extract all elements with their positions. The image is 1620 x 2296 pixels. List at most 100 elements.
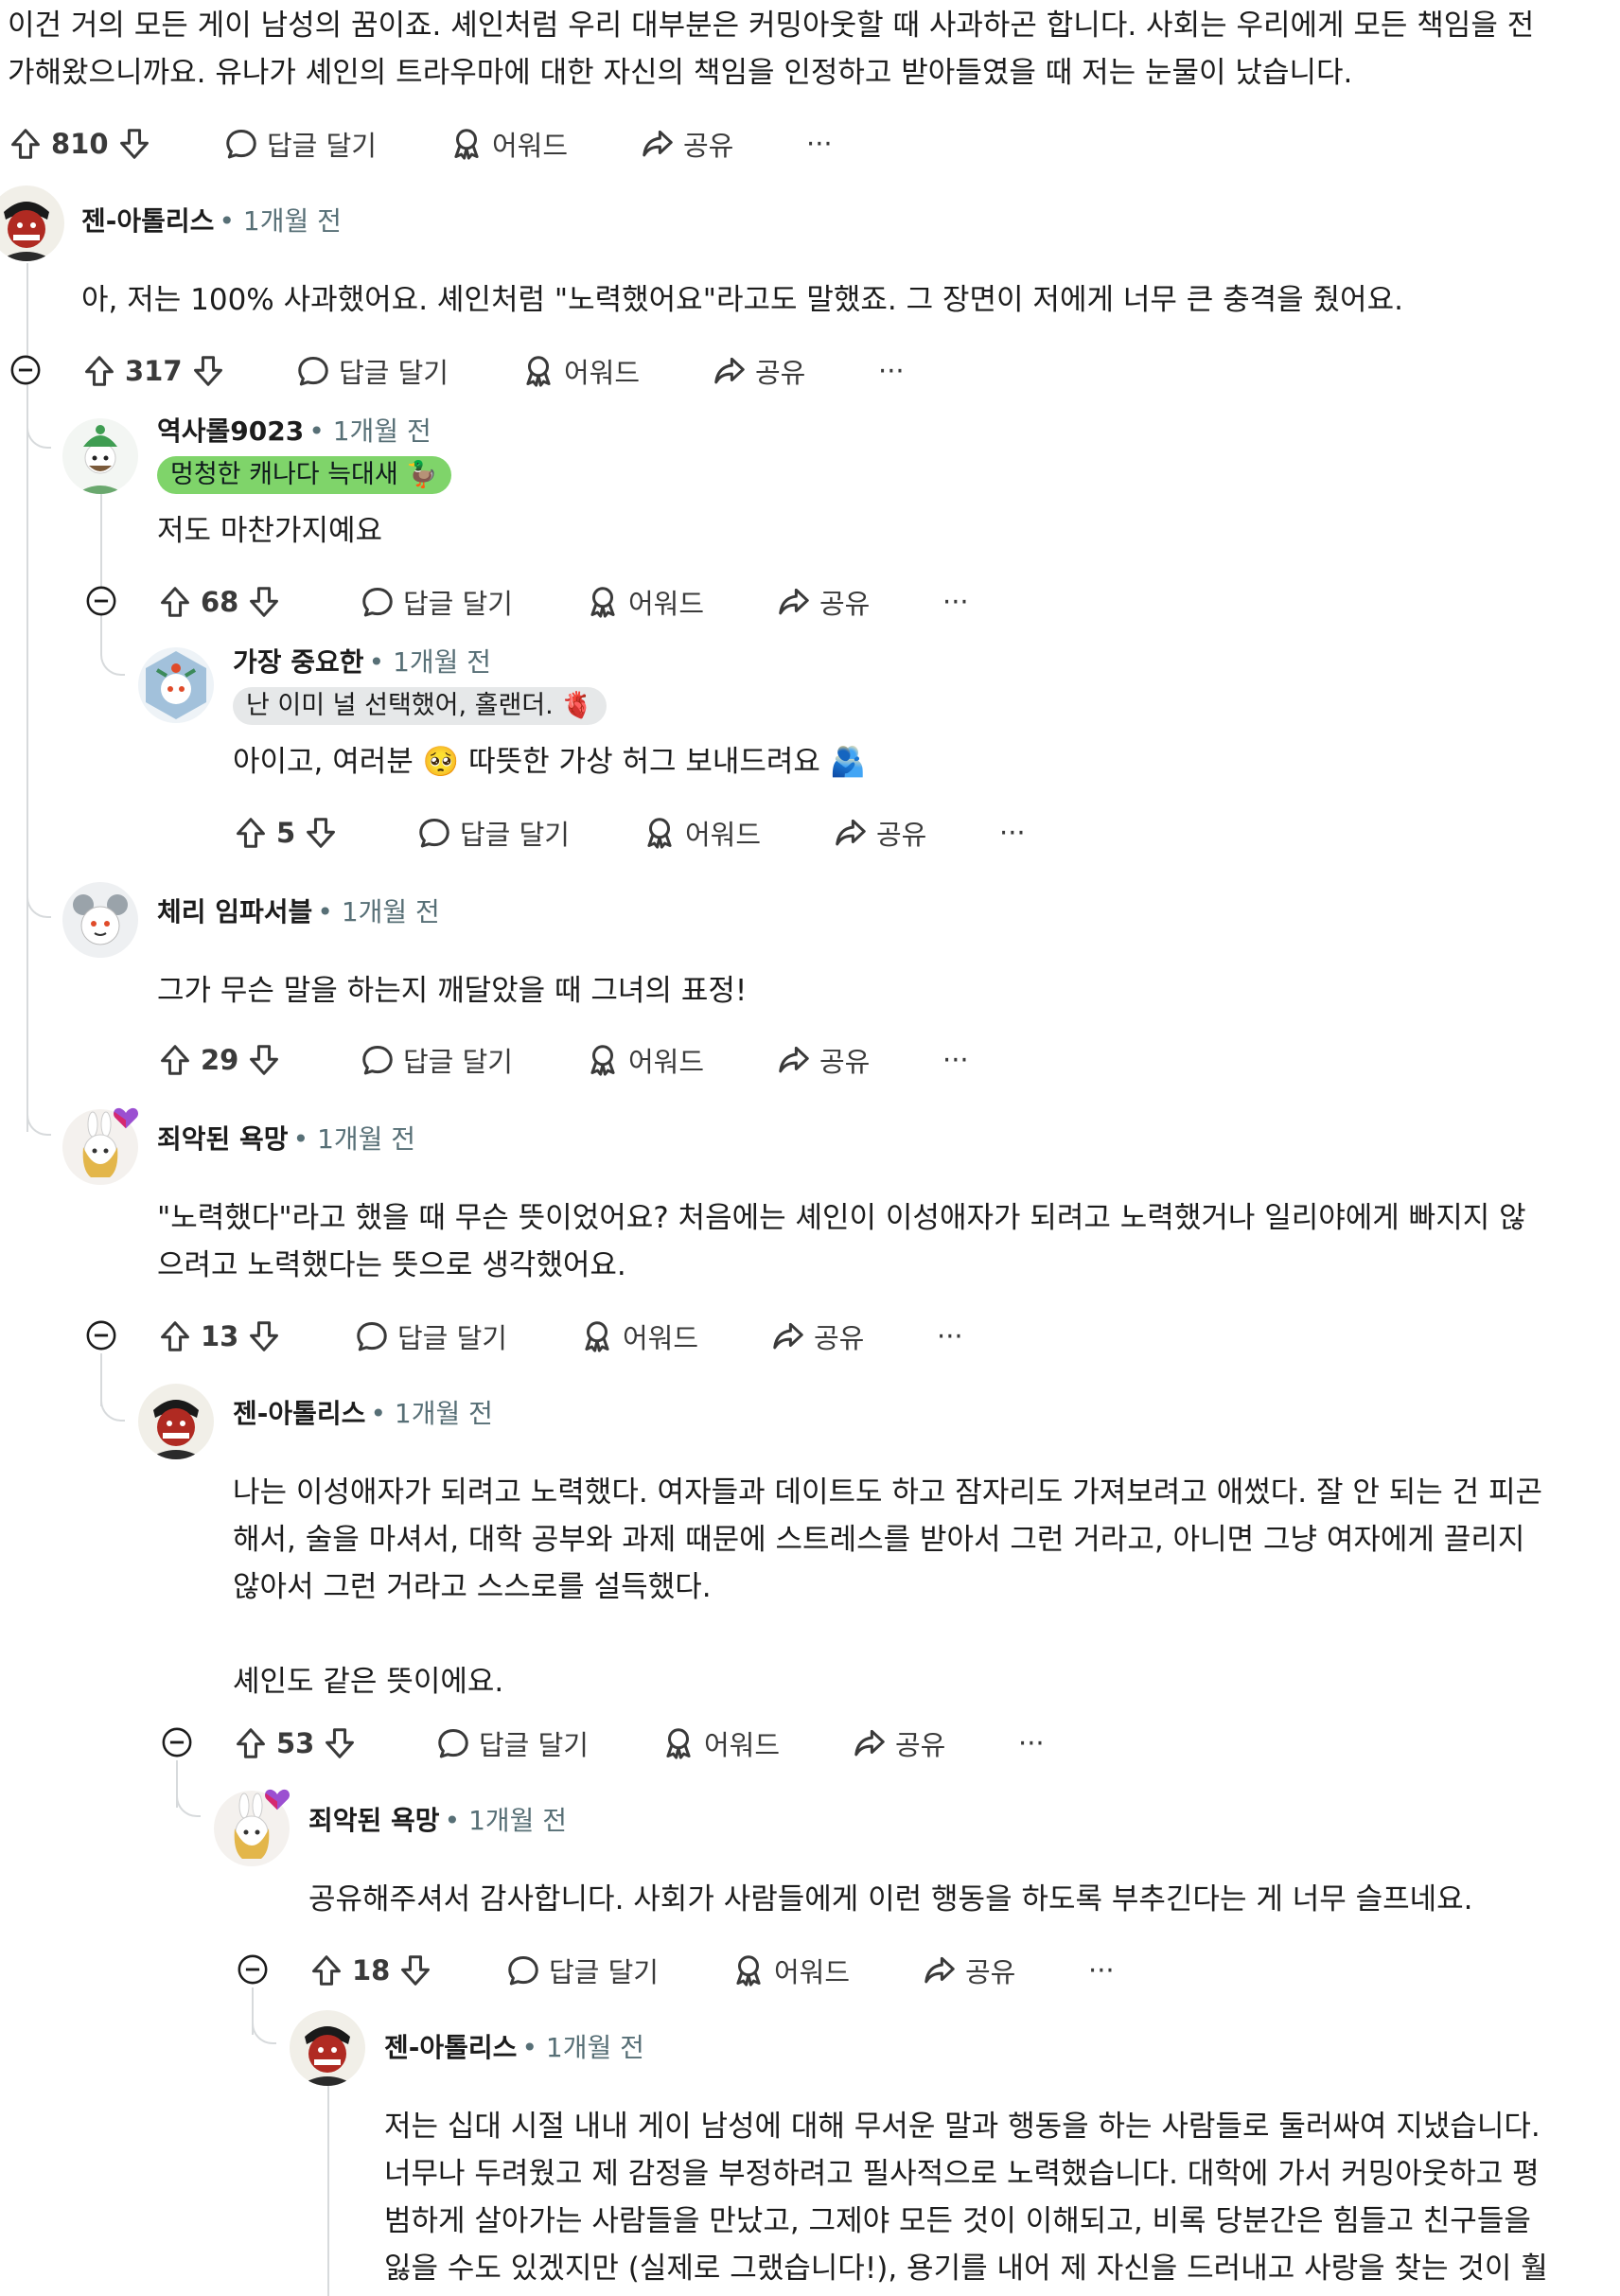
award-button[interactable]: 어워드	[642, 804, 761, 861]
username[interactable]: 역사롤9023	[157, 415, 304, 447]
thread-branch	[26, 859, 51, 918]
upvote-icon[interactable]	[157, 584, 193, 620]
award-button[interactable]: 어워드	[585, 1032, 704, 1088]
avatar[interactable]	[290, 2010, 365, 2086]
vote-count: 29	[201, 1044, 239, 1076]
downvote-icon[interactable]	[246, 1042, 282, 1078]
award-button[interactable]: 어워드	[585, 574, 704, 630]
downvote-icon[interactable]	[397, 1952, 433, 1988]
upvote-icon[interactable]	[308, 1952, 344, 1988]
username[interactable]: 젠-아톨리스	[233, 1398, 365, 1429]
comment-action-bar: 18 답글 달기 어워드 공유 ···	[0, 1942, 1154, 1999]
share-button[interactable]: 공유	[922, 1942, 1015, 1999]
reply-icon	[435, 1725, 471, 1761]
share-icon	[640, 126, 676, 162]
more-options-button[interactable]: ···	[878, 343, 905, 399]
comment-action-bar: 317 답글 달기 어워드 공유 ···	[0, 343, 927, 399]
comment-action-bar: 53 답글 달기 어워드 공유 ···	[0, 1715, 1079, 1772]
username[interactable]: 젠-아톨리스	[384, 2032, 517, 2063]
reply-button[interactable]: 답글 달기	[360, 1032, 513, 1088]
more-options-button[interactable]: ···	[1018, 1715, 1045, 1772]
thread-line[interactable]	[327, 2082, 329, 2296]
avatar[interactable]	[138, 647, 214, 723]
avatar[interactable]	[62, 418, 138, 494]
share-button[interactable]: 공유	[640, 115, 733, 172]
more-options-button[interactable]: ···	[942, 574, 969, 630]
user-flair: 멍청한 캐나다 늑대새 🦆	[157, 456, 451, 494]
upvote-icon[interactable]	[233, 815, 269, 851]
reply-icon	[295, 353, 331, 389]
thread-branch	[100, 1363, 125, 1422]
timestamp: • 1개월 전	[317, 896, 440, 927]
award-button[interactable]: 어워드	[579, 1308, 698, 1365]
more-options-button[interactable]: ···	[942, 1032, 969, 1088]
comment-text: 아이고, 여러분 🥺 따뜻한 가상 허그 보내드려요 🫂	[233, 745, 867, 779]
share-button[interactable]: 공유	[770, 1308, 864, 1365]
vote-count: 5	[276, 817, 296, 849]
comment-text: 나는 이성애자가 되려고 노력했다. 여자들과 데이트도 하고 잠자리도 가져보…	[233, 1475, 1543, 1699]
downvote-icon[interactable]	[322, 1725, 358, 1761]
comment-text: 저도 마찬가지예요	[157, 514, 383, 548]
timestamp: • 1개월 전	[370, 1398, 493, 1429]
more-icon: ···	[1088, 1954, 1115, 1987]
timestamp: • 1개월 전	[292, 1123, 416, 1155]
upvote-icon[interactable]	[8, 126, 44, 162]
downvote-icon[interactable]	[116, 126, 152, 162]
reply-button[interactable]: 답글 달기	[354, 1308, 507, 1365]
reply-icon	[505, 1952, 541, 1988]
comment-action-bar: 68 답글 달기 어워드 공유 ···	[0, 574, 1003, 630]
username[interactable]: 가장 중요한	[233, 646, 364, 678]
share-icon	[833, 815, 869, 851]
more-options-button[interactable]: ···	[937, 1308, 963, 1365]
upvote-icon[interactable]	[157, 1042, 193, 1078]
award-button[interactable]: 어워드	[449, 115, 568, 172]
share-icon	[776, 584, 812, 620]
comment-action-bar: 5 답글 달기 어워드 공유 ···	[0, 804, 1060, 861]
award-button[interactable]: 어워드	[660, 1715, 780, 1772]
share-button[interactable]: 공유	[852, 1715, 945, 1772]
downvote-icon[interactable]	[303, 815, 339, 851]
more-icon: ···	[878, 355, 905, 387]
share-button[interactable]: 공유	[776, 574, 870, 630]
reply-button[interactable]: 답글 달기	[360, 574, 513, 630]
reply-button[interactable]: 답글 달기	[416, 804, 570, 861]
downvote-icon[interactable]	[190, 353, 226, 389]
award-icon	[642, 815, 678, 851]
avatar[interactable]	[0, 185, 64, 261]
more-icon: ···	[999, 817, 1026, 849]
share-button[interactable]: 공유	[712, 343, 805, 399]
reply-button[interactable]: 답글 달기	[505, 1942, 659, 1999]
thread-branch	[26, 1085, 51, 1136]
upvote-icon[interactable]	[81, 353, 117, 389]
reply-button[interactable]: 답글 달기	[295, 343, 449, 399]
upvote-icon[interactable]	[157, 1318, 193, 1354]
avatar[interactable]	[62, 882, 138, 958]
more-options-button[interactable]: ···	[999, 804, 1026, 861]
share-icon	[922, 1952, 958, 1988]
award-button[interactable]: 어워드	[731, 1942, 850, 1999]
reply-button[interactable]: 답글 달기	[223, 115, 377, 172]
downvote-icon[interactable]	[246, 1318, 282, 1354]
upvote-icon[interactable]	[233, 1725, 269, 1761]
username[interactable]: 죄악된 욕망	[308, 1805, 440, 1836]
award-icon	[579, 1318, 615, 1354]
award-icon	[585, 1042, 621, 1078]
vote-count: 810	[51, 128, 109, 160]
more-icon: ···	[806, 128, 833, 160]
timestamp: • 1개월 전	[308, 415, 431, 447]
reply-button[interactable]: 답글 달기	[435, 1715, 589, 1772]
more-options-button[interactable]: ···	[1088, 1942, 1115, 1999]
username[interactable]: 죄악된 욕망	[157, 1123, 289, 1155]
share-button[interactable]: 공유	[833, 804, 926, 861]
more-options-button[interactable]: ···	[806, 115, 833, 172]
award-icon	[660, 1725, 696, 1761]
downvote-icon[interactable]	[246, 584, 282, 620]
avatar[interactable]	[138, 1384, 214, 1459]
username[interactable]: 젠-아톨리스	[81, 205, 214, 237]
reply-icon	[223, 126, 259, 162]
award-button[interactable]: 어워드	[520, 343, 640, 399]
username[interactable]: 체리 임파서블	[157, 896, 312, 927]
more-icon: ···	[937, 1320, 963, 1352]
share-button[interactable]: 공유	[776, 1032, 870, 1088]
heart-icon	[263, 1785, 291, 1813]
